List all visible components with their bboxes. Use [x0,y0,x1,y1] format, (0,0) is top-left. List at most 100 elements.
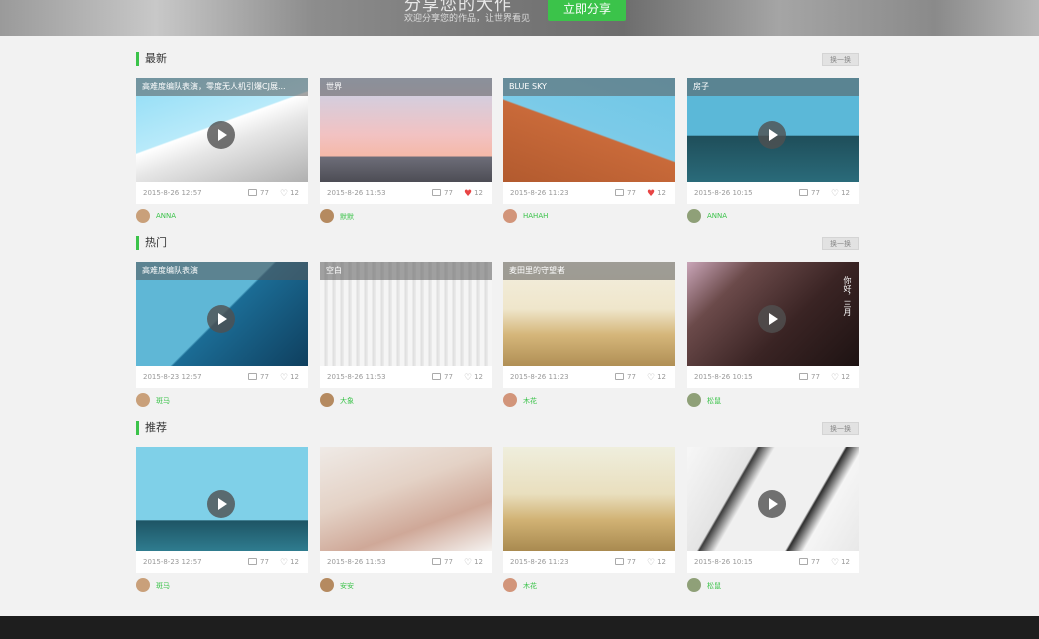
like-count[interactable]: ♡ 12 [280,373,299,383]
comment-count-value: 77 [811,189,820,197]
swap-button[interactable]: 换一换 [822,422,859,435]
author-name[interactable]: 大象 [340,396,354,406]
work-thumbnail[interactable] [503,447,675,551]
like-count[interactable]: ♡ 12 [464,373,483,383]
author-name[interactable]: ANNA [707,212,727,220]
like-count[interactable]: ♡ 12 [831,558,850,568]
work-card[interactable]: 空白 2015-8-26 11:53 77 ♡ 12 大象 [320,262,492,410]
work-card[interactable]: 2015-8-23 12:57 77 ♡ 12 斑马 [136,447,308,595]
author-name[interactable]: 木花 [523,581,537,591]
work-card[interactable]: 世界 2015-8-26 11:53 77 ♥ 12 默默 [320,78,492,226]
comment-count[interactable]: 77 [248,373,269,381]
avatar[interactable] [136,578,150,592]
author-row: 默默 [320,204,492,226]
comment-count-value: 77 [260,373,269,381]
work-card[interactable]: 麦田里的守望者 2015-8-26 11:23 77 ♡ 12 木花 [503,262,675,410]
author-name[interactable]: 松鼠 [707,581,721,591]
comment-count[interactable]: 77 [615,558,636,566]
avatar[interactable] [687,578,701,592]
author-name[interactable]: HAHAH [523,212,548,220]
avatar[interactable] [320,209,334,223]
play-icon[interactable] [758,121,786,149]
swap-button[interactable]: 换一换 [822,53,859,66]
like-count[interactable]: ♡ 12 [647,558,666,568]
avatar[interactable] [320,578,334,592]
comment-count[interactable]: 77 [615,189,636,197]
work-card[interactable]: 你好，三月 2015-8-26 10:15 77 ♡ 12 松鼠 [687,262,859,410]
work-card[interactable]: 高难度编队表演 2015-8-23 12:57 77 ♡ 12 斑马 [136,262,308,410]
like-count[interactable]: ♡ 12 [464,558,483,568]
work-thumbnail[interactable] [320,447,492,551]
comment-count-value: 77 [627,558,636,566]
comment-count[interactable]: 77 [248,558,269,566]
author-name[interactable]: 默默 [340,212,354,222]
comment-count[interactable]: 77 [432,373,453,381]
avatar[interactable] [687,393,701,407]
like-count[interactable]: ♥ 12 [647,189,666,199]
work-caption: 麦田里的守望者 [503,262,675,280]
work-caption: 高难度编队表演，零度无人机引爆CJ展... [136,78,308,96]
heart-icon: ♡ [464,373,473,383]
avatar[interactable] [320,393,334,407]
comment-count[interactable]: 77 [799,189,820,197]
avatar[interactable] [503,393,517,407]
like-count[interactable]: ♡ 12 [831,189,850,199]
comment-count[interactable]: 77 [799,373,820,381]
comment-icon [248,189,257,196]
author-row: ANNA [687,204,859,226]
work-thumbnail[interactable]: 高难度编队表演，零度无人机引爆CJ展... [136,78,308,182]
like-count[interactable]: ♡ 12 [831,373,850,383]
author-name[interactable]: 斑马 [156,581,170,591]
avatar[interactable] [687,209,701,223]
work-thumbnail[interactable]: 高难度编队表演 [136,262,308,366]
avatar[interactable] [503,209,517,223]
work-thumbnail[interactable]: 空白 [320,262,492,366]
comment-count[interactable]: 77 [615,373,636,381]
comment-icon [248,558,257,565]
avatar[interactable] [136,209,150,223]
author-name[interactable]: 木花 [523,396,537,406]
play-icon[interactable] [207,121,235,149]
work-thumbnail[interactable]: 你好，三月 [687,262,859,366]
work-card[interactable]: 2015-8-26 11:53 77 ♡ 12 安安 [320,447,492,595]
comment-count[interactable]: 77 [432,558,453,566]
like-count-value: 12 [474,558,483,566]
like-count[interactable]: ♡ 12 [280,558,299,568]
work-thumbnail[interactable] [687,447,859,551]
work-card[interactable]: BLUE SKY 2015-8-26 11:23 77 ♥ 12 HAHAH [503,78,675,226]
author-name[interactable]: 斑马 [156,396,170,406]
work-card[interactable]: 2015-8-26 11:23 77 ♡ 12 木花 [503,447,675,595]
work-card[interactable]: 高难度编队表演，零度无人机引爆CJ展... 2015-8-26 12:57 77 ♡ 1… [136,78,308,226]
work-thumbnail[interactable]: BLUE SKY [503,78,675,182]
play-icon[interactable] [207,305,235,333]
footer [0,616,1039,639]
work-card[interactable]: 2015-8-26 10:15 77 ♡ 12 松鼠 [687,447,859,595]
author-name[interactable]: 安安 [340,581,354,591]
work-thumbnail[interactable]: 房子 [687,78,859,182]
work-caption: 高难度编队表演 [136,262,308,280]
comment-count[interactable]: 77 [799,558,820,566]
author-name[interactable]: 松鼠 [707,396,721,406]
like-count[interactable]: ♥ 12 [464,189,483,199]
like-count[interactable]: ♡ 12 [647,373,666,383]
work-meta: 2015-8-26 11:53 77 ♡ 12 [320,366,492,388]
author-name[interactable]: ANNA [156,212,176,220]
comment-count[interactable]: 77 [248,189,269,197]
like-count[interactable]: ♡ 12 [280,189,299,199]
comment-count[interactable]: 77 [432,189,453,197]
swap-button[interactable]: 换一换 [822,237,859,250]
work-meta: 2015-8-26 12:57 77 ♡ 12 [136,182,308,204]
work-thumbnail[interactable]: 世界 [320,78,492,182]
work-thumbnail[interactable]: 麦田里的守望者 [503,262,675,366]
share-now-button[interactable]: 立即分享 [548,0,626,21]
work-meta: 2015-8-26 11:23 77 ♡ 12 [503,551,675,573]
work-card[interactable]: 房子 2015-8-26 10:15 77 ♡ 12 ANNA [687,78,859,226]
work-thumbnail[interactable] [136,447,308,551]
play-icon[interactable] [207,490,235,518]
play-icon[interactable] [758,490,786,518]
avatar[interactable] [503,578,517,592]
avatar[interactable] [136,393,150,407]
comment-icon [432,558,441,565]
play-icon[interactable] [758,305,786,333]
section-title: 推荐 [136,421,167,435]
